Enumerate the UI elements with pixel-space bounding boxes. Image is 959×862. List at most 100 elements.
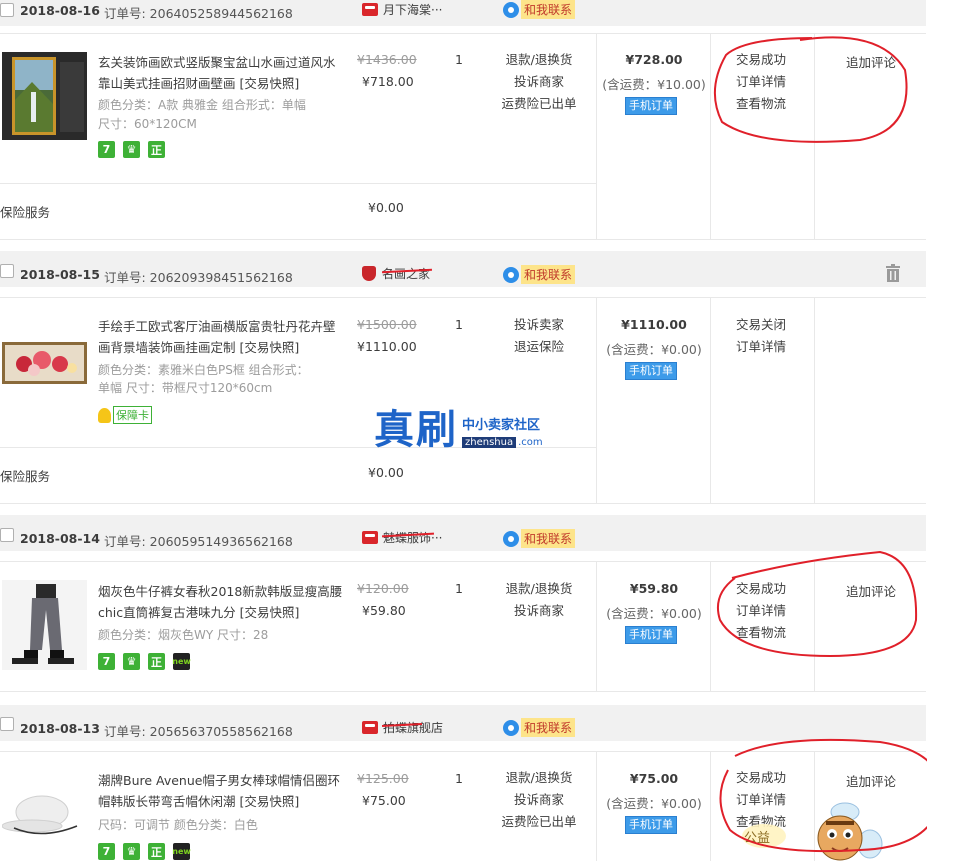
- status-text: 交易关闭: [736, 317, 787, 332]
- seven-day-return-icon[interactable]: 7: [98, 843, 115, 860]
- service-badges: 7 ♛ 正 new: [98, 653, 191, 670]
- sticker-text: 公益: [744, 831, 770, 846]
- original-price: ¥1436.00: [357, 52, 417, 67]
- insurance-label: 保险服务: [0, 469, 51, 484]
- trash-icon[interactable]: [884, 264, 902, 282]
- add-review-link[interactable]: 追加评论: [816, 771, 926, 790]
- order-detail-link[interactable]: 订单详情: [736, 71, 786, 93]
- order-number: 订单号: 205656370558562168: [104, 724, 293, 739]
- guarantee-card-badge[interactable]: 保障卡: [98, 406, 152, 424]
- sku-line: 单幅 尺寸：带框尺寸120*60cm: [98, 381, 273, 395]
- order-header: 2018-08-15 订单号: 206209398451562168 名画之家 …: [0, 251, 926, 287]
- view-logistics-link[interactable]: 查看物流: [736, 622, 786, 644]
- mobile-order-badge: 手机订单: [625, 362, 677, 380]
- shop-link[interactable]: 名画之家: [362, 265, 433, 282]
- contact-seller-button[interactable]: 和我联系: [503, 0, 576, 19]
- shop-link[interactable]: 魅蝶服饰···: [362, 529, 442, 546]
- seven-day-return-icon[interactable]: 7: [98, 653, 115, 670]
- complain-link[interactable]: 投诉商家: [483, 789, 595, 811]
- shop-link[interactable]: 拍蝶旗舰店: [362, 719, 443, 736]
- order-checkbox[interactable]: [0, 528, 14, 542]
- unit-price: ¥718.00: [362, 74, 414, 89]
- genuine-icon[interactable]: 正: [148, 141, 165, 158]
- chat-icon: [503, 719, 519, 736]
- view-logistics-link[interactable]: 查看物流: [736, 93, 786, 115]
- product-title[interactable]: 潮牌Bure Avenue帽子男女棒球帽情侣圈环帽韩版长带弯舌帽休闲潮 [交易快…: [98, 770, 343, 812]
- refund-link[interactable]: 退款/退换货: [483, 49, 595, 71]
- refund-link[interactable]: 退款/退换货: [483, 767, 595, 789]
- insurance-row: [0, 183, 596, 184]
- product-title[interactable]: 烟灰色牛仔裤女春秋2018新款韩版显瘦高腰chic直筒裤复古港味九分 [交易快照…: [98, 581, 343, 623]
- mobile-order-badge: 手机订单: [625, 816, 677, 834]
- add-review-link[interactable]: 追加评论: [816, 52, 926, 71]
- mobile-order-badge: 手机订单: [625, 97, 677, 115]
- cup-icon[interactable]: ♛: [123, 653, 140, 670]
- sku-line: 颜色分类：A款 典雅金 组合形式：单幅: [98, 98, 306, 112]
- order-detail-link[interactable]: 订单详情: [736, 600, 786, 622]
- order-divider: [0, 239, 926, 240]
- order-number: 订单号: 206209398451562168: [104, 270, 293, 285]
- complain-link[interactable]: 投诉商家: [483, 71, 595, 93]
- shop-link[interactable]: 月下海棠···: [362, 1, 442, 18]
- insurance-value: ¥0.00: [368, 465, 404, 480]
- status-text: 交易成功: [736, 52, 787, 67]
- product-thumbnail[interactable]: [2, 790, 87, 840]
- order-header: 2018-08-13 订单号: 205656370558562168 拍蝶旗舰店…: [0, 705, 926, 741]
- new-icon[interactable]: new: [172, 653, 191, 670]
- product-thumbnail[interactable]: [2, 580, 87, 670]
- order-total: ¥75.00: [629, 771, 679, 786]
- seven-day-return-icon[interactable]: 7: [98, 141, 115, 158]
- product-title[interactable]: 玄关装饰画欧式竖版聚宝盆山水画过道风水靠山美式挂画招财画壁画 [交易快照]: [98, 52, 343, 94]
- order-date: 2018-08-13: [20, 721, 100, 736]
- contact-seller-button[interactable]: 和我联系: [503, 718, 576, 737]
- mobile-order-badge: 手机订单: [625, 626, 677, 644]
- after-sale-actions: 退款/退换货 投诉商家 运费险已出单: [483, 767, 595, 833]
- tmall-icon: [362, 3, 378, 16]
- page-right-margin: [927, 0, 959, 861]
- genuine-icon[interactable]: 正: [148, 653, 165, 670]
- shipping-fee: (含运费：¥0.00): [606, 342, 702, 357]
- unit-price: ¥59.80: [362, 603, 406, 618]
- contact-seller-button[interactable]: 和我联系: [503, 529, 576, 548]
- quantity: 1: [455, 317, 463, 332]
- sku-line: 颜色分类：素雅米白色PS框 组合形式：: [98, 363, 309, 377]
- order-status: 交易成功 订单详情 查看物流: [736, 578, 786, 644]
- return-insurance-link[interactable]: 退运保险: [483, 336, 595, 358]
- order-checkbox[interactable]: [0, 264, 14, 278]
- order-divider: [0, 691, 926, 692]
- complain-link[interactable]: 投诉卖家: [483, 314, 595, 336]
- product-thumbnail[interactable]: [2, 342, 87, 384]
- after-sale-actions: 退款/退换货 投诉商家 运费险已出单: [483, 49, 595, 115]
- cup-icon[interactable]: ♛: [123, 843, 140, 860]
- original-price: ¥1500.00: [357, 317, 417, 332]
- cup-icon[interactable]: ♛: [123, 141, 140, 158]
- order-date: 2018-08-16: [20, 3, 100, 18]
- order-checkbox[interactable]: [0, 717, 14, 731]
- order-status: 交易成功 订单详情 查看物流: [736, 49, 786, 115]
- tmall-icon: [362, 531, 378, 544]
- order-date: 2018-08-14: [20, 531, 100, 546]
- complain-link[interactable]: 投诉商家: [483, 600, 595, 622]
- original-price: ¥125.00: [357, 771, 409, 786]
- add-review-link[interactable]: 追加评论: [816, 581, 926, 600]
- after-sale-actions: 退款/退换货 投诉商家: [483, 578, 595, 622]
- bee-mascot-sticker: 公益: [742, 802, 883, 861]
- tmall-icon: [362, 721, 378, 734]
- order-status: 交易关闭 订单详情: [736, 314, 786, 358]
- product-title[interactable]: 手绘手工欧式客厅油画横版富贵牡丹花卉壁画背景墙装饰画挂画定制 [交易快照]: [98, 316, 343, 358]
- chat-icon: [503, 266, 519, 283]
- order-total: ¥728.00: [625, 52, 683, 67]
- contact-seller-button[interactable]: 和我联系: [503, 265, 576, 284]
- order-detail-link[interactable]: 订单详情: [736, 336, 786, 358]
- refund-link[interactable]: 退款/退换货: [483, 578, 595, 600]
- order-total: ¥1110.00: [621, 317, 687, 332]
- insurance-label: 保险服务: [0, 205, 51, 220]
- shipping-fee: (含运费：¥0.00): [606, 606, 702, 621]
- unit-price: ¥75.00: [362, 793, 406, 808]
- product-thumbnail[interactable]: [2, 52, 87, 140]
- new-icon[interactable]: new: [172, 843, 191, 860]
- insurance-value: ¥0.00: [368, 200, 404, 215]
- genuine-icon[interactable]: 正: [148, 843, 165, 860]
- sku-line: 尺寸：60*120CM: [98, 117, 197, 131]
- order-checkbox[interactable]: [0, 3, 14, 17]
